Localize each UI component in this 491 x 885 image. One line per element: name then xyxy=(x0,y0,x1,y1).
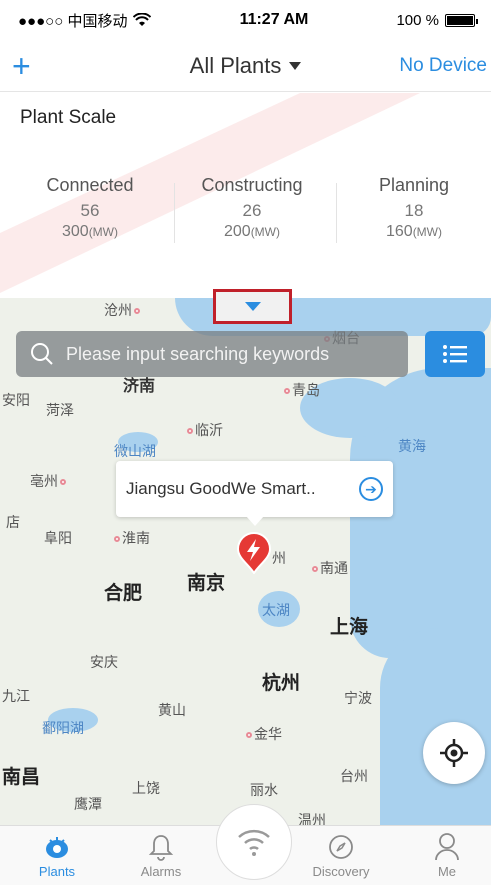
stat-label: Planning xyxy=(378,175,450,195)
battery-percent: 100 % xyxy=(396,11,439,29)
tab-connect-device[interactable] xyxy=(216,804,292,880)
map-label: 温州 xyxy=(298,812,326,825)
crosshair-icon xyxy=(440,739,468,767)
stat-label: Constructing xyxy=(201,175,303,195)
wifi-icon xyxy=(238,829,270,856)
map-label: 宁波 xyxy=(344,690,372,706)
callout-plant-name: Jiangsu GoodWe Smart.. xyxy=(126,479,316,498)
map-label: 上饶 xyxy=(132,780,160,796)
map-label: 鹰潭 xyxy=(74,796,102,812)
map-label: 南昌 xyxy=(2,767,41,788)
stat-capacity: 160(MW) xyxy=(385,223,443,240)
map-label: 上海 xyxy=(330,617,369,638)
map-label: 太湖 xyxy=(262,602,290,618)
stat-count: 26 xyxy=(242,201,262,220)
plant-scale-title: Plant Scale xyxy=(20,107,117,128)
arrow-right-icon[interactable]: ➔ xyxy=(359,477,383,501)
arrow-down-icon xyxy=(244,302,261,311)
map-label: 微山湖 xyxy=(114,443,156,459)
add-plant-button[interactable]: + xyxy=(12,46,31,86)
map-label: 黄海 xyxy=(398,438,426,454)
page-title: All Plants xyxy=(189,52,282,78)
map-label: 南京 xyxy=(187,573,226,594)
stat-capacity: 300(MW) xyxy=(61,223,119,240)
carrier-label: ●●●○○ 中国移动 xyxy=(18,12,128,30)
stat-planning: Planning 18 160(MW) xyxy=(332,175,491,241)
map-label: 鄱阳湖 xyxy=(42,720,84,736)
plant-icon xyxy=(46,837,68,858)
clock: 11:27 AM xyxy=(239,11,309,28)
map-label: 合肥 xyxy=(104,583,143,604)
map-label: 阜阳 xyxy=(44,530,72,546)
map-label: 州 xyxy=(272,550,286,566)
tab-label: Alarms xyxy=(140,864,182,879)
stat-connected: Connected 56 300(MW) xyxy=(8,175,172,241)
plant-callout[interactable]: Jiangsu GoodWe Smart.. ➔ xyxy=(116,461,393,526)
map-label: 金华 xyxy=(244,724,282,744)
plant-filter-dropdown[interactable]: All Plants xyxy=(190,53,302,79)
compass-icon xyxy=(329,835,353,859)
map-label: 丽水 xyxy=(250,782,278,798)
battery-icon xyxy=(444,13,478,27)
map-label: 淮南 xyxy=(112,528,150,548)
map-label: 安庆 xyxy=(90,654,118,670)
tab-bar: Plants Alarms Discovery Me xyxy=(0,804,491,885)
search-input[interactable] xyxy=(66,343,396,365)
status-bar: ●●●○○ 中国移动 11:27 AM 100 % xyxy=(0,0,491,40)
stat-capacity: 200(MW) xyxy=(223,223,281,240)
list-icon xyxy=(443,345,467,363)
map-label: 台州 xyxy=(340,768,368,784)
tab-label: Plants xyxy=(38,864,76,879)
map-label: 青岛 xyxy=(282,380,320,400)
bell-icon xyxy=(148,835,174,861)
map-label: 菏泽 xyxy=(46,402,74,418)
map-label: 安阳 xyxy=(2,392,30,408)
lightning-pin-icon xyxy=(236,532,272,575)
caret-down-icon xyxy=(289,61,302,70)
search-bar[interactable] xyxy=(16,331,408,377)
map-label: 店 xyxy=(6,514,20,530)
collapse-panel-button[interactable] xyxy=(213,289,292,324)
search-icon xyxy=(31,343,53,365)
map-label: 亳州 xyxy=(30,471,68,491)
list-view-button[interactable] xyxy=(425,331,485,377)
map-label: 杭州 xyxy=(262,673,301,694)
stat-label: Connected xyxy=(46,175,134,195)
nav-bar: + All Plants No Device xyxy=(0,40,491,92)
stat-count: 18 xyxy=(404,201,424,220)
map-label: 临沂 xyxy=(185,420,223,440)
tab-label: Me xyxy=(437,864,457,879)
plant-marker[interactable] xyxy=(236,532,272,575)
plant-scale-panel: Plant Scale Connected 56 300(MW) Constru… xyxy=(0,93,491,298)
map-label: 黄山 xyxy=(158,702,186,718)
locate-me-button[interactable] xyxy=(423,722,485,784)
map-label: 南通 xyxy=(310,558,348,578)
map-label: 沧州 xyxy=(104,300,142,320)
map-label: 九江 xyxy=(2,688,30,704)
wifi-signal-icon xyxy=(133,13,152,26)
person-icon xyxy=(435,833,459,861)
tab-plants[interactable]: Plants xyxy=(8,830,106,879)
stat-count: 56 xyxy=(80,201,100,220)
tab-label: Discovery xyxy=(312,864,370,879)
tab-discovery[interactable]: Discovery xyxy=(292,830,390,879)
tab-me[interactable]: Me xyxy=(398,830,491,879)
no-device-button[interactable]: No Device xyxy=(399,55,487,77)
stat-constructing: Constructing 26 200(MW) xyxy=(170,175,334,241)
tab-alarms[interactable]: Alarms xyxy=(112,830,210,879)
